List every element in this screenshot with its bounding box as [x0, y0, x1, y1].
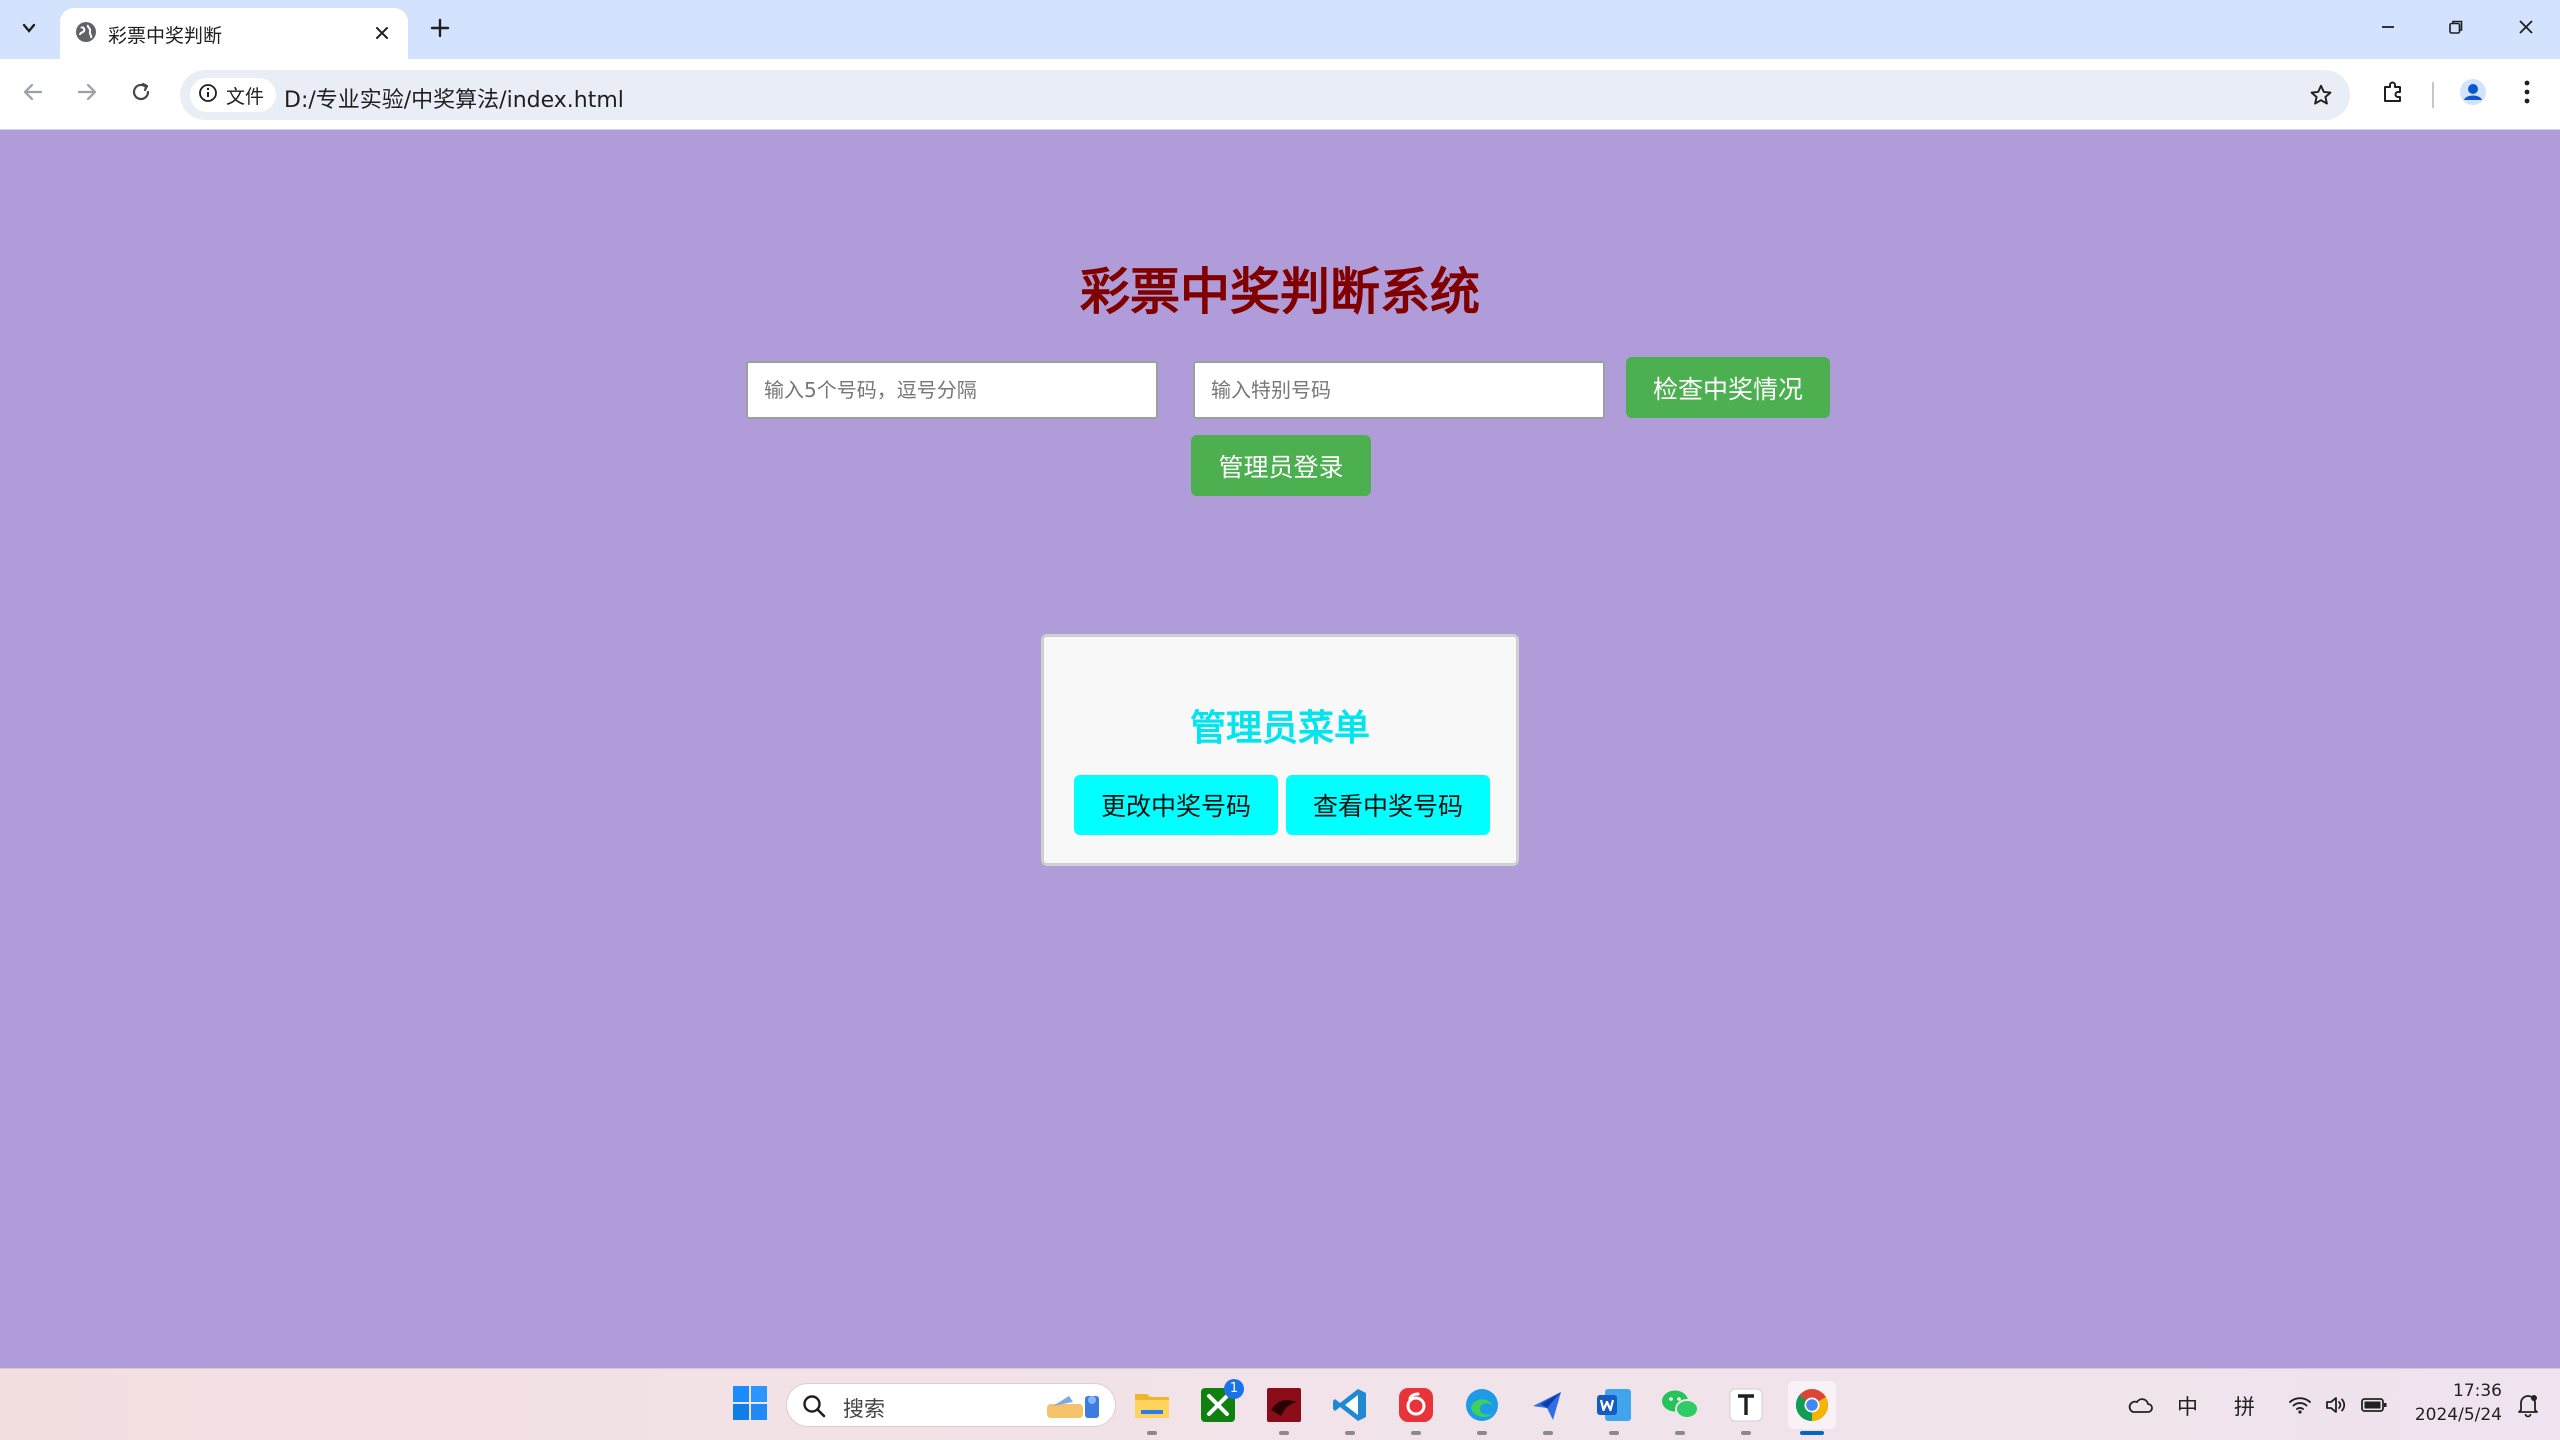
taskbar-search[interactable]: 搜索 — [786, 1383, 1116, 1427]
word-icon[interactable] — [1592, 1383, 1636, 1427]
search-icon — [801, 1393, 827, 1423]
vscode-icon[interactable] — [1328, 1383, 1372, 1427]
avatar-icon — [2459, 78, 2487, 110]
running-indicator — [1675, 1431, 1685, 1435]
browser-tab-bar: 彩票中奖判断 — [0, 0, 2560, 59]
typora-icon[interactable] — [1724, 1383, 1768, 1427]
back-button[interactable] — [12, 73, 54, 115]
battery-icon[interactable] — [2354, 1383, 2394, 1427]
admin-login-button[interactable]: 管理员登录 — [1191, 435, 1371, 496]
numbers-input[interactable] — [746, 361, 1158, 419]
page-title: 彩票中奖判断系统 — [1080, 263, 1480, 321]
clock-date: 2024/5/24 — [2414, 1405, 2502, 1425]
running-indicator — [1279, 1431, 1289, 1435]
minimize-icon — [2379, 18, 2397, 40]
wechat-icon[interactable] — [1658, 1383, 1702, 1427]
plus-icon — [430, 18, 450, 42]
running-indicator — [1477, 1431, 1487, 1435]
reload-button[interactable] — [120, 73, 162, 115]
running-indicator — [1411, 1431, 1421, 1435]
site-info-chip[interactable]: 文件 — [190, 78, 277, 112]
new-tab-button[interactable] — [422, 12, 458, 48]
start-button[interactable] — [728, 1383, 772, 1427]
arrow-left-icon — [22, 81, 44, 107]
bookmark-star-icon[interactable] — [2306, 80, 2336, 110]
notification-badge: 1 — [1224, 1379, 1244, 1399]
chrome-icon[interactable] — [1788, 1381, 1836, 1429]
browser-toolbar: 文件 D:/专业实验/中奖算法/index.html — [0, 59, 2560, 130]
running-indicator — [1741, 1431, 1751, 1435]
profile-button[interactable] — [2452, 73, 2494, 115]
game-app-icon[interactable] — [1262, 1383, 1306, 1427]
file-explorer-icon[interactable] — [1130, 1383, 1174, 1427]
clock-time: 17:36 — [2453, 1381, 2502, 1401]
close-icon — [2517, 18, 2535, 40]
close-window-button[interactable] — [2496, 8, 2556, 50]
forward-button[interactable] — [66, 73, 108, 115]
ime-chinese-indicator[interactable]: 中 — [2177, 1391, 2198, 1421]
tab-title: 彩票中奖判断 — [108, 25, 223, 47]
site-info-label: 文件 — [226, 85, 265, 108]
address-bar[interactable]: 文件 D:/专业实验/中奖算法/index.html — [180, 70, 2350, 120]
menu-button[interactable] — [2506, 73, 2548, 115]
admin-menu-title: 管理员菜单 — [1189, 708, 1370, 749]
search-highlight-icon — [1043, 1390, 1107, 1426]
tab-active[interactable]: 彩票中奖判断 — [60, 8, 408, 59]
xbox-icon[interactable]: 1 — [1196, 1379, 1244, 1427]
toolbar-divider — [2432, 82, 2434, 108]
restore-button[interactable] — [2426, 8, 2486, 50]
view-winning-numbers-button[interactable]: 查看中奖号码 — [1286, 775, 1490, 835]
info-icon — [198, 83, 218, 107]
special-number-input[interactable] — [1193, 361, 1605, 419]
notification-bell-icon[interactable] — [2508, 1383, 2548, 1427]
running-indicator — [1345, 1431, 1355, 1435]
edge-browser-icon[interactable] — [1460, 1383, 1504, 1427]
netease-music-icon[interactable] — [1394, 1383, 1438, 1427]
arrow-right-icon — [76, 81, 98, 107]
search-label: 搜索 — [843, 1397, 885, 1421]
tab-close-icon[interactable] — [370, 21, 394, 45]
feishu-icon[interactable] — [1526, 1383, 1570, 1427]
onedrive-icon[interactable] — [2120, 1383, 2160, 1427]
puzzle-icon — [2380, 79, 2406, 109]
url-text[interactable]: D:/专业实验/中奖算法/index.html — [284, 82, 624, 114]
minimize-button[interactable] — [2358, 8, 2418, 50]
globe-icon — [74, 20, 100, 46]
extensions-button[interactable] — [2372, 73, 2414, 115]
check-prize-button[interactable]: 检查中奖情况 — [1626, 357, 1830, 418]
restore-icon — [2447, 18, 2465, 40]
volume-icon[interactable] — [2318, 1383, 2354, 1427]
more-vertical-icon — [2523, 79, 2531, 109]
chevron-down-icon — [20, 19, 38, 41]
ime-pinyin-indicator[interactable]: 拼 — [2234, 1391, 2255, 1421]
wifi-icon[interactable] — [2282, 1383, 2318, 1427]
tab-search-button[interactable] — [10, 12, 48, 48]
reload-icon — [130, 81, 152, 107]
running-indicator — [1147, 1431, 1157, 1435]
system-clock[interactable]: 17:36 2024/5/24 — [2402, 1379, 2502, 1427]
running-indicator — [1543, 1431, 1553, 1435]
admin-menu-panel: 管理员菜单 更改中奖号码 查看中奖号码 — [1041, 634, 1519, 866]
windows-logo-icon — [732, 1385, 768, 1425]
active-indicator — [1800, 1431, 1824, 1435]
change-winning-numbers-button[interactable]: 更改中奖号码 — [1074, 775, 1278, 835]
running-indicator — [1609, 1431, 1619, 1435]
taskbar: 搜索 1 中 拼 17:36 2024/5/24 — [0, 1368, 2560, 1440]
